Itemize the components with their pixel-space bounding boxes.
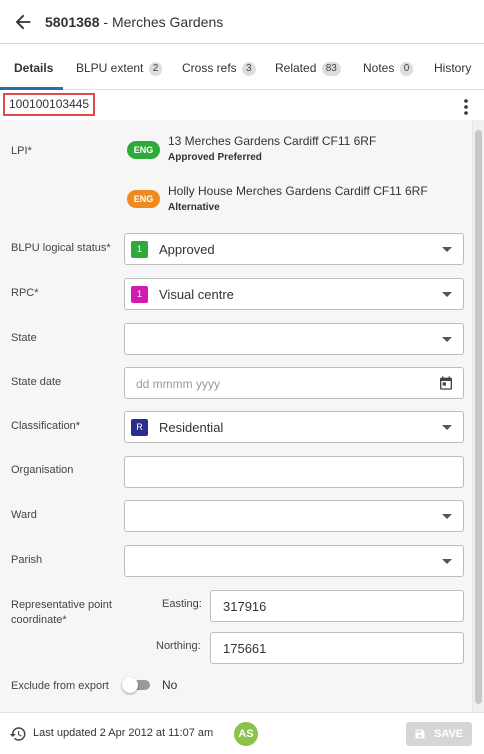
language-badge: ENG — [127, 141, 160, 159]
tab-notes[interactable]: Notes 0 — [363, 61, 414, 76]
dropdown-arrow-icon — [442, 337, 452, 342]
rpc-code-badge: 1 — [131, 286, 148, 303]
classification-label: Classification* — [11, 420, 81, 432]
avatar[interactable]: AS — [234, 722, 258, 746]
tab-label: Related — [275, 61, 317, 75]
scrollbar-thumb[interactable] — [475, 130, 482, 704]
exclude-value: No — [162, 678, 178, 692]
easting-input[interactable]: 317916 — [210, 590, 464, 622]
exclude-toggle[interactable] — [122, 677, 152, 693]
ward-select[interactable] — [124, 500, 464, 532]
northing-label: Northing: — [156, 640, 201, 652]
rpc-select[interactable]: 1 Visual centre — [124, 278, 464, 310]
easting-label: Easting: — [162, 598, 202, 610]
tab-bar: Details BLPU extent 2 Cross refs 3 Relat… — [0, 44, 484, 90]
count-badge: 0 — [399, 62, 414, 76]
classification-code-badge: R — [131, 419, 148, 436]
tab-label: Details — [14, 61, 54, 75]
more-options-icon[interactable] — [460, 98, 472, 116]
tab-label: Cross refs — [182, 61, 237, 75]
rep-point-label-line2: coordinate* — [11, 614, 67, 626]
parish-select[interactable] — [124, 545, 464, 577]
lpi-label: LPI* — [11, 145, 32, 157]
save-button[interactable]: SAVE — [406, 722, 472, 746]
northing-value: 175661 — [223, 641, 267, 656]
record-id: 5801368 — [45, 14, 100, 30]
uprn-value[interactable]: 100100103445 — [3, 93, 96, 116]
history-icon[interactable] — [9, 725, 27, 743]
top-bar: 5801368 - Merches Gardens — [0, 0, 484, 44]
classification-select[interactable]: R Residential — [124, 411, 464, 443]
northing-input[interactable]: 175661 — [210, 632, 464, 664]
tab-details[interactable]: Details — [14, 61, 53, 75]
page-title: 5801368 - Merches Gardens — [45, 14, 223, 30]
date-placeholder: dd mmmm yyyy — [136, 377, 220, 391]
tab-blpu-extent[interactable]: BLPU extent 2 — [76, 61, 163, 76]
rpc-label: RPC* — [11, 287, 39, 299]
title-separator: - — [99, 14, 112, 30]
tab-label: History — [434, 61, 472, 75]
state-date-input[interactable]: dd mmmm yyyy — [124, 367, 464, 399]
last-updated-text: Last updated 2 Apr 2012 at 11:07 am — [33, 727, 214, 739]
calendar-icon[interactable] — [438, 375, 454, 391]
logical-status-select[interactable]: 1 Approved — [124, 233, 464, 265]
save-label: SAVE — [434, 728, 464, 740]
exclude-label: Exclude from export — [11, 680, 109, 692]
select-value: Residential — [159, 420, 224, 435]
ward-label: Ward — [11, 509, 37, 521]
street-name: Merches Gardens — [111, 14, 224, 30]
lpi-status: Alternative — [168, 202, 220, 213]
lpi-address[interactable]: 13 Merches Gardens Cardiff CF11 6RF — [168, 134, 376, 148]
state-date-label: State date — [11, 376, 62, 388]
count-badge: 3 — [242, 62, 256, 76]
tab-history[interactable]: History — [434, 61, 471, 75]
logical-status-label: BLPU logical status* — [11, 242, 111, 254]
tab-label: Notes — [363, 61, 395, 75]
footer: Last updated 2 Apr 2012 at 11:07 am AS S… — [0, 712, 484, 754]
easting-value: 317916 — [223, 599, 267, 614]
select-value: Visual centre — [159, 287, 234, 302]
save-icon — [415, 729, 425, 739]
dropdown-arrow-icon — [442, 425, 452, 430]
rep-point-label-line1: Representative point — [11, 599, 112, 611]
count-badge: 83 — [321, 62, 341, 76]
count-badge: 2 — [148, 62, 163, 76]
lpi-status: Approved Preferred — [168, 152, 262, 163]
toggle-knob — [122, 677, 138, 693]
scrollbar[interactable] — [472, 120, 484, 712]
tab-label: BLPU extent — [76, 61, 144, 75]
dropdown-arrow-icon — [442, 514, 452, 519]
parish-label: Parish — [11, 554, 43, 566]
back-arrow-icon[interactable] — [12, 11, 34, 33]
tab-cross-refs[interactable]: Cross refs 3 — [182, 61, 256, 76]
dropdown-arrow-icon — [442, 559, 452, 564]
select-value: Approved — [159, 242, 215, 257]
state-label: State — [11, 332, 37, 344]
dropdown-arrow-icon — [442, 292, 452, 297]
uprn-bar: 100100103445 — [0, 90, 484, 120]
lpi-address[interactable]: Holly House Merches Gardens Cardiff CF11… — [168, 184, 428, 198]
organisation-label: Organisation — [11, 464, 74, 476]
organisation-input[interactable] — [124, 456, 464, 488]
dropdown-arrow-icon — [442, 247, 452, 252]
state-select[interactable] — [124, 323, 464, 355]
status-code-badge: 1 — [131, 241, 148, 258]
tab-related[interactable]: Related 83 — [275, 61, 341, 76]
language-badge: ENG — [127, 190, 160, 208]
